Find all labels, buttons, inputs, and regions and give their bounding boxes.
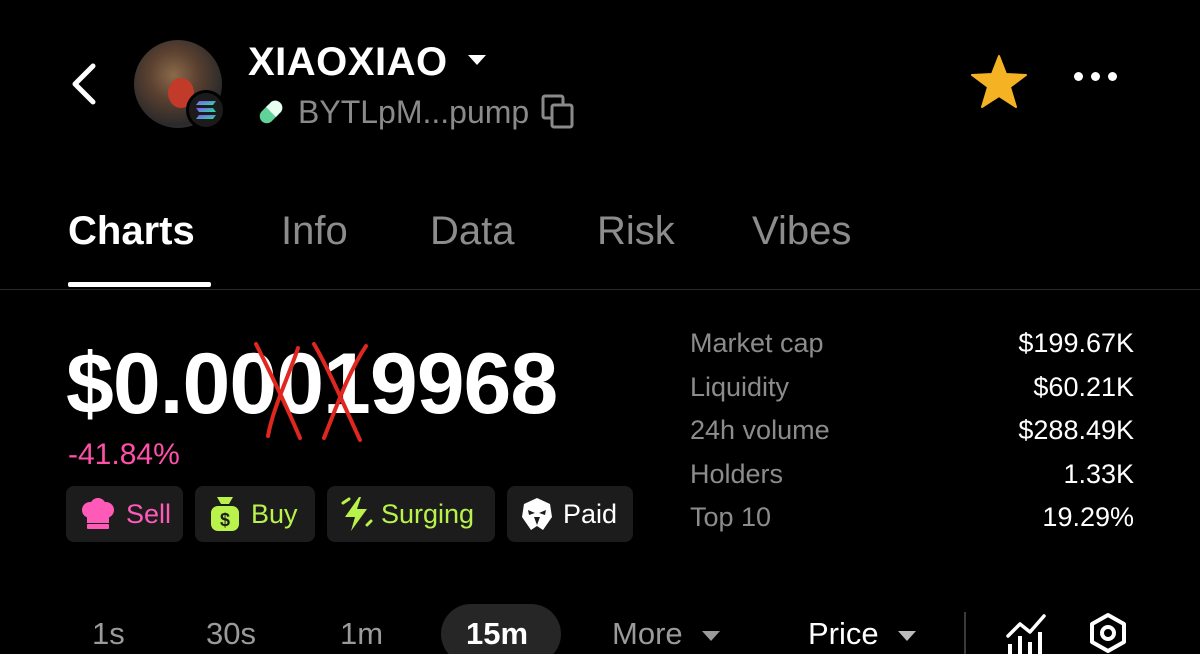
token-header: XIAOXIAO BYTLpM...pump xyxy=(0,0,1200,160)
stat-label: Holders xyxy=(690,458,784,489)
token-name[interactable]: XIAOXIAO xyxy=(248,38,448,86)
svg-text:$: $ xyxy=(220,510,230,530)
tab-charts[interactable]: Charts xyxy=(68,206,195,256)
chevron-down-icon[interactable] xyxy=(466,52,488,73)
stat-label: 24h volume xyxy=(690,415,830,446)
stat-label: Market cap xyxy=(690,328,824,359)
back-icon xyxy=(72,63,96,105)
timeframe-1s[interactable]: 1s xyxy=(92,614,125,654)
stat-row-liquidity: Liquidity $60.21K xyxy=(690,366,1134,410)
surging-badge[interactable]: Surging xyxy=(327,486,495,542)
price-selector[interactable]: Price xyxy=(808,614,917,654)
paid-label: Paid xyxy=(563,498,618,529)
star-icon[interactable] xyxy=(970,54,1028,115)
timeframe-30s[interactable]: 30s xyxy=(206,614,256,654)
money-bag-icon: $ xyxy=(207,495,243,533)
toolbar-divider xyxy=(964,612,966,654)
buy-badge[interactable]: $ Buy xyxy=(195,486,315,542)
stat-value: $60.21K xyxy=(1033,371,1134,402)
stat-value: $288.49K xyxy=(1018,415,1134,446)
stat-row-holders: Holders 1.33K xyxy=(690,453,1134,497)
paid-badge[interactable]: Paid xyxy=(507,486,633,542)
address-text: BYTLpM...pump xyxy=(298,94,530,130)
stat-row-top-10: Top 10 19.29% xyxy=(690,496,1134,540)
settings-hex-icon[interactable] xyxy=(1088,612,1128,654)
timeframe-more[interactable]: More xyxy=(612,614,721,654)
chevron-down-icon xyxy=(702,630,721,641)
back-button[interactable] xyxy=(64,60,104,108)
more-label: More xyxy=(612,616,683,651)
eagle-icon xyxy=(519,495,555,533)
surging-label: Surging xyxy=(381,498,475,529)
red-cross-marks xyxy=(254,342,368,442)
sell-badge[interactable]: Sell xyxy=(66,486,183,542)
tag-badges: Sell $ Buy Surging Paid xyxy=(66,486,633,542)
stat-value: $199.67K xyxy=(1018,328,1134,359)
chart-type-icon[interactable] xyxy=(1004,610,1048,654)
tab-info[interactable]: Info xyxy=(281,206,348,256)
price-change: -41.84% xyxy=(68,438,180,471)
stat-row-market-cap: Market cap $199.67K xyxy=(690,322,1134,366)
stat-row-24h-volume: 24h volume $288.49K xyxy=(690,409,1134,453)
more-icon[interactable] xyxy=(1074,72,1117,81)
pill-icon xyxy=(259,100,283,124)
stat-label: Top 10 xyxy=(690,502,772,533)
token-stats: Market cap $199.67K Liquidity $60.21K 24… xyxy=(690,322,1134,540)
tab-data[interactable]: Data xyxy=(430,206,515,256)
tab-risk[interactable]: Risk xyxy=(597,206,675,256)
solana-icon xyxy=(186,90,226,130)
stat-label: Liquidity xyxy=(690,371,790,402)
tab-bar: Charts Info Data Risk Vibes xyxy=(0,196,1200,290)
chevron-down-icon xyxy=(898,630,917,641)
buy-label: Buy xyxy=(251,498,298,529)
copy-icon[interactable] xyxy=(541,94,575,130)
price-selector-label: Price xyxy=(808,616,879,651)
timeframe-bar: 1s 30s 1m 15m More Price xyxy=(0,600,1200,654)
chef-hat-icon xyxy=(78,497,118,531)
contract-address[interactable]: BYTLpM...pump xyxy=(254,92,575,132)
sell-label: Sell xyxy=(126,498,172,529)
tab-vibes[interactable]: Vibes xyxy=(752,206,851,256)
stat-value: 19.29% xyxy=(1042,502,1134,533)
stat-value: 1.33K xyxy=(1063,458,1134,489)
token-avatar xyxy=(134,40,226,130)
timeframe-1m[interactable]: 1m xyxy=(340,614,383,654)
lightning-icon xyxy=(339,495,373,533)
active-tab-indicator xyxy=(68,282,211,287)
timeframe-15m[interactable]: 15m xyxy=(466,614,528,654)
